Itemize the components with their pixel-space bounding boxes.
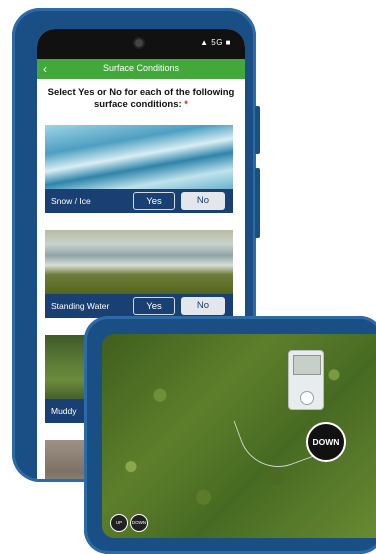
page-title: Surface Conditions [102, 63, 180, 73]
question-prompt: Select Yes or No for each of the followi… [37, 79, 245, 115]
prompt-text: Select Yes or No for each of the followi… [47, 87, 235, 110]
standing-water-photo [45, 230, 233, 294]
yes-button[interactable]: Yes [133, 192, 175, 210]
condition-label-bar: Snow / Ice Yes No [45, 189, 233, 213]
no-button[interactable]: No [181, 192, 225, 210]
condition-label-bar: Standing Water Yes No [45, 294, 233, 318]
signal-battery-indicator: ▲ 5G ■ [200, 38, 231, 47]
device-display [293, 355, 321, 375]
tablet-device: DOWN UP DOWN [84, 316, 376, 554]
required-marker: * [184, 99, 188, 110]
status-bar: ▲ 5G ■ [37, 29, 245, 59]
phone-power-button [255, 168, 260, 238]
probe-cable [233, 398, 316, 479]
no-button[interactable]: No [181, 297, 225, 315]
condition-card-snow-ice: Snow / Ice Yes No [45, 125, 233, 213]
condition-label: Muddy [51, 406, 77, 416]
mini-up-button[interactable]: UP [110, 514, 128, 532]
phone-volume-button [255, 106, 260, 154]
snow-ice-photo [45, 125, 233, 189]
device-probe-knob [300, 391, 314, 405]
tablet-camera-view: DOWN UP DOWN [102, 334, 376, 538]
condition-label: Snow / Ice [51, 196, 91, 206]
app-bar: ‹ Surface Conditions [37, 59, 245, 79]
yes-button[interactable]: Yes [133, 297, 175, 315]
condition-label: Standing Water [51, 301, 110, 311]
front-camera-icon [135, 39, 143, 47]
down-button[interactable]: DOWN [306, 422, 346, 462]
mini-down-button[interactable]: DOWN [130, 514, 148, 532]
condition-card-standing-water: Standing Water Yes No [45, 230, 233, 318]
